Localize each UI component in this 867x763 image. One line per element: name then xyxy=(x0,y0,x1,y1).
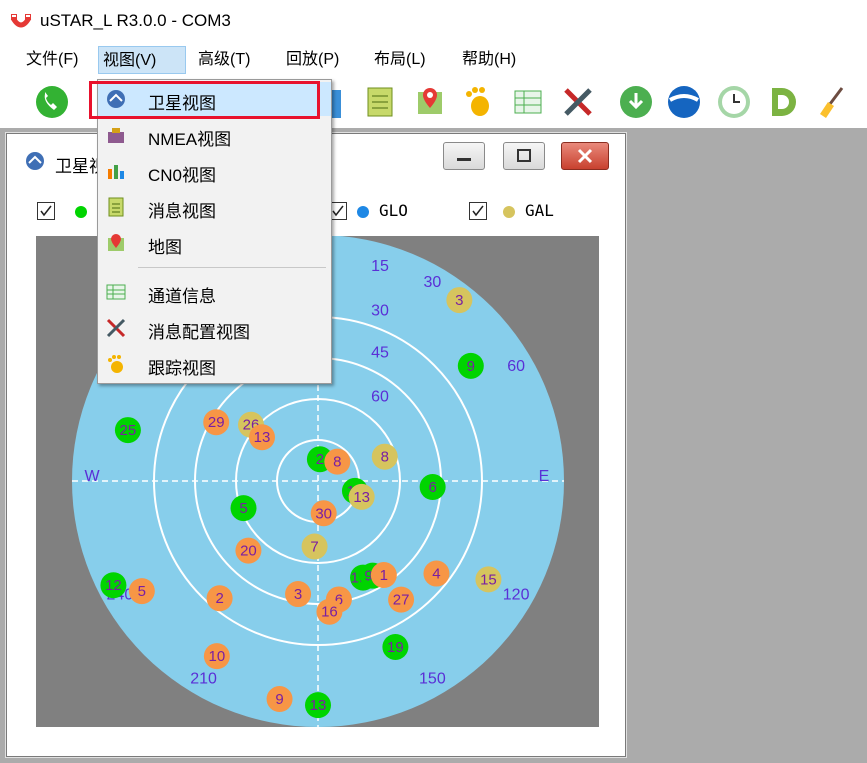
earth-icon[interactable] xyxy=(666,84,702,120)
satellite-id: 9 xyxy=(275,691,283,708)
satellite-id: 27 xyxy=(393,592,410,609)
west-label: W xyxy=(84,468,100,485)
cn0-view-icon xyxy=(106,161,126,181)
satellite-id: 2 xyxy=(316,451,324,468)
menu-item-label: 通道信息 xyxy=(148,287,216,306)
satellite-id: 13 xyxy=(353,489,370,506)
azimuth-label: 150 xyxy=(419,670,446,687)
menu-help[interactable]: 帮助(H) xyxy=(458,46,520,74)
app-titlebar: uSTAR_L R3.0.0 - COM3 xyxy=(0,0,867,42)
message-config-icon xyxy=(106,318,126,338)
azimuth-label: 60 xyxy=(507,358,525,375)
satellite-view-icon xyxy=(25,151,45,176)
d-icon[interactable] xyxy=(764,84,800,120)
azimuth-label: 30 xyxy=(423,274,441,291)
cn0-view-icon[interactable] xyxy=(330,84,344,120)
satellite-id: 1 xyxy=(380,567,388,584)
clock-icon[interactable] xyxy=(716,84,752,120)
glo-filter-label: GLO xyxy=(379,201,408,220)
satellite-id: 10 xyxy=(209,648,226,665)
app-logo-icon xyxy=(10,12,32,37)
satellite-id: 8 xyxy=(333,454,341,471)
menu-layout[interactable]: 布局(L) xyxy=(370,46,430,74)
satellite-id: 3 xyxy=(455,292,463,309)
satellite-id: 4 xyxy=(432,566,440,583)
menu-item-message-config-view[interactable]: 消息配置视图 xyxy=(98,311,331,345)
download-icon[interactable] xyxy=(618,84,654,120)
broom-icon[interactable] xyxy=(814,84,850,120)
satellite-id: 13 xyxy=(254,429,271,446)
gal-filter-label: GAL xyxy=(525,201,554,220)
map-icon xyxy=(106,233,126,253)
satellite-id: 9 xyxy=(467,358,475,375)
satellite-id: 6 xyxy=(428,479,436,496)
menu-item-map[interactable]: 地图 xyxy=(98,226,331,260)
menu-item-label: 地图 xyxy=(148,238,182,257)
message-view-icon[interactable] xyxy=(362,84,398,120)
map-icon[interactable] xyxy=(412,84,448,120)
glo-color-dot xyxy=(357,206,369,218)
satellite-id: 7 xyxy=(310,538,318,555)
channel-info-icon xyxy=(106,282,126,302)
view-menu-dropdown: 卫星视图 NMEA视图 CN0视图 消息视图 地图 通道信息 消息配置视图 跟踪… xyxy=(97,79,332,384)
menu-playback[interactable]: 回放(P) xyxy=(282,46,343,74)
satellite-id: 5 xyxy=(239,500,247,517)
nmea-view-icon xyxy=(106,125,126,145)
channel-info-icon[interactable] xyxy=(510,84,546,120)
minimize-button[interactable] xyxy=(443,142,485,170)
menubar: 文件(F) 视图(V) 高级(T) 回放(P) 布局(L) 帮助(H) xyxy=(0,43,867,77)
satellite-id: 25 xyxy=(120,422,137,439)
elevation-label: 15 xyxy=(371,258,389,275)
menu-file[interactable]: 文件(F) xyxy=(22,46,82,74)
menu-advanced[interactable]: 高级(T) xyxy=(194,46,254,74)
tracking-view-icon[interactable] xyxy=(460,84,496,120)
menu-item-channel-info[interactable]: 通道信息 xyxy=(98,275,331,309)
menu-item-label: 跟踪视图 xyxy=(148,359,216,378)
menu-view[interactable]: 视图(V) xyxy=(98,46,186,74)
elevation-label: 45 xyxy=(371,344,389,361)
gal-checkbox[interactable] xyxy=(469,202,487,220)
message-config-icon[interactable] xyxy=(560,84,596,120)
satellite-id: 5 xyxy=(138,583,146,600)
satellite-id: 2 xyxy=(215,590,223,607)
phone-icon[interactable] xyxy=(34,84,70,120)
satellite-id: 12 xyxy=(105,577,122,594)
tracking-view-icon xyxy=(106,354,126,374)
menu-item-nmea-view[interactable]: NMEA视图 xyxy=(98,118,331,152)
maximize-button[interactable] xyxy=(503,142,545,170)
menu-item-cn0-view[interactable]: CN0视图 xyxy=(98,154,331,188)
close-button[interactable] xyxy=(561,142,609,170)
highlight-box xyxy=(89,81,320,119)
menu-item-label: 消息配置视图 xyxy=(148,323,250,342)
menu-item-tracking-view[interactable]: 跟踪视图 xyxy=(98,347,331,381)
satellite-id: 3 xyxy=(294,586,302,603)
message-view-icon xyxy=(106,197,126,217)
azimuth-label: 120 xyxy=(503,587,530,604)
app-title: uSTAR_L R3.0.0 - COM3 xyxy=(40,11,231,30)
azimuth-label: 210 xyxy=(190,670,217,687)
menu-item-label: CN0视图 xyxy=(148,166,217,185)
satellite-id: 30 xyxy=(315,505,332,522)
gps-checkbox[interactable] xyxy=(37,202,55,220)
menu-item-label: NMEA视图 xyxy=(148,130,232,149)
menu-separator xyxy=(138,267,326,268)
satellite-id: 19 xyxy=(387,639,404,656)
elevation-label: 60 xyxy=(371,389,389,406)
menu-item-label: 消息视图 xyxy=(148,202,216,221)
menu-item-message-view[interactable]: 消息视图 xyxy=(98,190,331,224)
east-label: E xyxy=(539,468,550,485)
elevation-label: 30 xyxy=(371,302,389,319)
satellite-id: 13 xyxy=(310,697,327,714)
satellite-id: 20 xyxy=(240,543,257,560)
satellite-id: 8 xyxy=(381,449,389,466)
satellite-id: 15 xyxy=(480,571,497,588)
gps-color-dot xyxy=(75,206,87,218)
satellite-id: 29 xyxy=(208,414,225,431)
satellite-id: 16 xyxy=(321,604,338,621)
gal-color-dot xyxy=(503,206,515,218)
